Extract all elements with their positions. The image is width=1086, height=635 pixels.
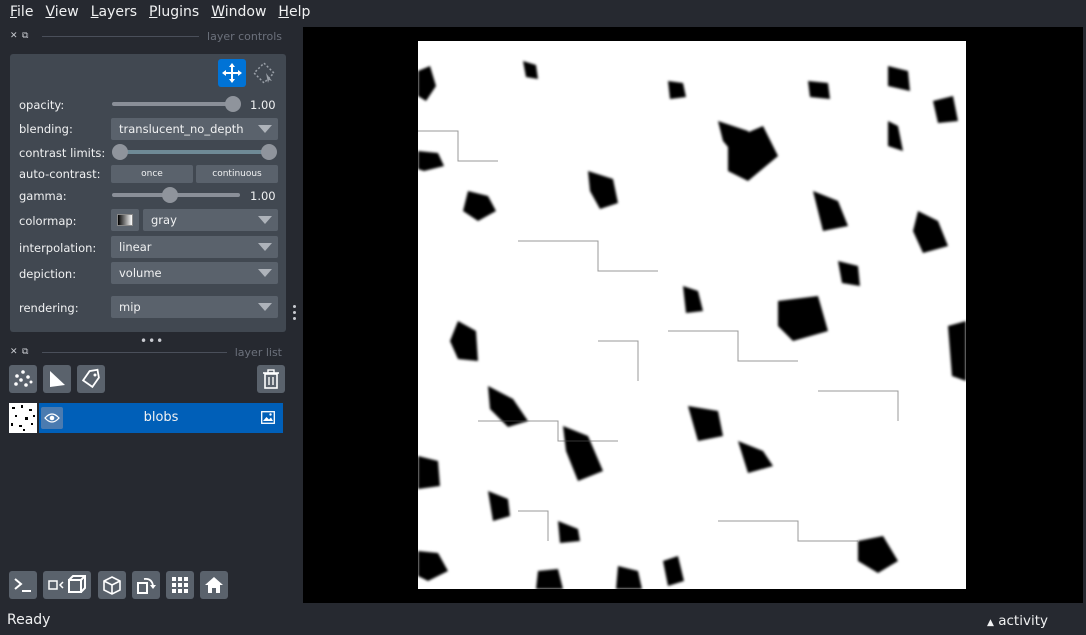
colormap-label: colormap: (19, 214, 77, 228)
auto-contrast-label: auto-contrast: (19, 167, 101, 181)
interpolation-value: linear (119, 240, 152, 254)
activity-label: activity (998, 613, 1048, 629)
new-points-layer-button[interactable] (9, 365, 37, 393)
layer-list-title: layer list (234, 345, 282, 359)
blending-label: blending: (19, 122, 73, 136)
caret-up-icon: ▲ (987, 618, 994, 628)
image-layer-icon (261, 411, 275, 424)
auto-contrast-continuous-button[interactable]: continuous (196, 165, 278, 183)
chevron-down-icon (258, 216, 272, 224)
2d-3d-toggle-icon (48, 575, 86, 593)
layer-item-selected[interactable]: blobs (39, 403, 283, 433)
menu-layers[interactable]: Layers (85, 0, 143, 24)
home-icon (205, 577, 223, 593)
blobs-image (418, 41, 966, 589)
rendering-value: mip (119, 300, 141, 314)
opacity-value: 1.00 (250, 98, 276, 112)
auto-contrast-once-button[interactable]: once (111, 165, 193, 183)
contrast-min-handle[interactable] (112, 144, 128, 160)
terminal-icon (14, 578, 31, 592)
colormap-preview (111, 209, 139, 231)
blending-dropdown[interactable]: translucent_no_depth (111, 118, 278, 140)
close-dock-icon[interactable]: ✕ (10, 31, 22, 41)
interpolation-label: interpolation: (19, 241, 97, 255)
menu-plugins[interactable]: Plugins (143, 0, 205, 24)
rendering-dropdown[interactable]: mip (111, 296, 278, 318)
float-dock-icon[interactable]: ⧉ (22, 31, 34, 41)
opacity-label: opacity: (19, 98, 65, 112)
menubar: File View Layers Plugins Window Help (0, 0, 1086, 24)
close-dock-icon[interactable]: ✕ (10, 347, 22, 357)
opacity-slider[interactable] (112, 102, 236, 106)
contrast-limits-label: contrast limits: (19, 146, 106, 160)
menu-window[interactable]: Window (205, 0, 272, 24)
trash-icon (263, 369, 279, 389)
gradient-swatch-icon (117, 214, 133, 226)
delete-layer-button[interactable] (257, 365, 285, 393)
transform-icon (253, 62, 275, 84)
contrast-max-handle[interactable] (261, 144, 277, 160)
roll-dimensions-button[interactable] (98, 571, 126, 599)
menu-help[interactable]: Help (272, 0, 316, 24)
new-shapes-layer-button[interactable] (43, 365, 71, 393)
home-button[interactable] (200, 571, 228, 599)
toggle-ndisplay-button[interactable] (43, 571, 91, 599)
layer-controls-title: layer controls (207, 29, 282, 43)
layer-controls-panel: opacity: 1.00 blending: translucent_no_d… (10, 54, 286, 332)
layer-name[interactable]: blobs (39, 410, 283, 425)
blending-value: translucent_no_depth (119, 122, 244, 136)
gamma-label: gamma: (19, 189, 67, 203)
status-bar: Ready ▲ activity (0, 606, 1086, 635)
title-divider (42, 351, 227, 353)
grid-view-button[interactable] (166, 571, 194, 599)
move-arrows-icon (222, 63, 242, 83)
colormap-dropdown[interactable]: gray (143, 209, 278, 231)
layer-list-titlebar: ✕ ⧉ layer list (10, 345, 282, 359)
transpose-button[interactable] (132, 571, 160, 599)
activity-button[interactable]: ▲ activity (987, 613, 1048, 629)
layer-controls-titlebar: ✕ ⧉ layer controls (10, 29, 282, 43)
chevron-down-icon (258, 125, 272, 133)
interpolation-dropdown[interactable]: linear (111, 236, 278, 258)
float-dock-icon[interactable]: ⧉ (22, 347, 34, 357)
new-labels-layer-button[interactable] (77, 365, 105, 393)
grid-icon (172, 577, 188, 593)
points-icon (14, 370, 33, 387)
menu-file[interactable]: File (4, 0, 39, 24)
gamma-value: 1.00 (250, 189, 276, 203)
depiction-value: volume (119, 266, 162, 280)
cube-icon (103, 576, 121, 595)
chevron-down-icon (258, 303, 272, 311)
layer-row[interactable]: blobs (9, 403, 283, 433)
transform-button[interactable] (250, 59, 278, 87)
chevron-down-icon (258, 243, 272, 251)
console-button[interactable] (9, 571, 37, 599)
depiction-dropdown[interactable]: volume (111, 262, 278, 284)
status-message: Ready (7, 612, 51, 628)
chevron-down-icon (258, 269, 272, 277)
tag-icon (81, 368, 100, 389)
menu-view[interactable]: View (39, 0, 84, 24)
title-divider (42, 35, 200, 37)
viewer-canvas[interactable] (303, 27, 1083, 603)
contrast-limits-slider[interactable] (118, 150, 270, 154)
shapes-icon (50, 371, 65, 387)
napari-window: File View Layers Plugins Window Help ✕ ⧉… (0, 0, 1086, 635)
vertical-splitter-handle[interactable] (292, 305, 298, 323)
layer-thumbnail (9, 403, 37, 433)
colormap-value: gray (151, 213, 177, 227)
rendering-label: rendering: (19, 301, 79, 315)
gamma-slider-handle[interactable] (162, 187, 178, 203)
depiction-label: depiction: (19, 267, 77, 281)
rotate-icon (137, 577, 156, 594)
opacity-slider-handle[interactable] (225, 96, 241, 112)
pan-zoom-button[interactable] (218, 59, 246, 87)
